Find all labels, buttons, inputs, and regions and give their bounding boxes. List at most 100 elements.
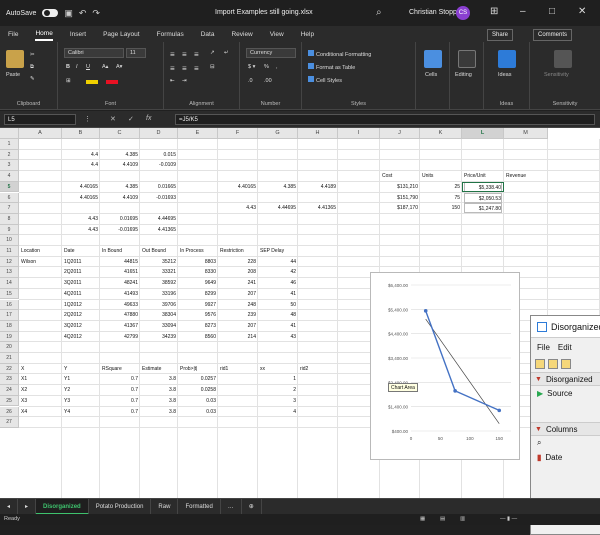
cell[interactable] <box>300 396 336 406</box>
row-header[interactable]: 16 <box>0 299 19 311</box>
align-left-icon[interactable]: ≡ <box>170 64 175 73</box>
cell[interactable]: 4.41365 <box>300 203 336 213</box>
cell[interactable]: 150 <box>422 203 460 213</box>
cell[interactable]: 4.4109 <box>102 160 138 170</box>
cell[interactable]: 46 <box>260 278 296 288</box>
cell[interactable]: Estimate <box>142 364 176 374</box>
cell[interactable]: 4.385 <box>102 182 138 192</box>
close-icon[interactable]: ✕ <box>578 6 586 17</box>
cell[interactable]: 41 <box>260 321 296 331</box>
align-top-icon[interactable]: ≡ <box>170 50 175 59</box>
sheet-nav-next-icon[interactable]: ▸ <box>18 498 37 515</box>
comments-button[interactable]: Comments <box>533 29 573 41</box>
align-center-icon[interactable]: ≡ <box>182 64 187 73</box>
cell[interactable]: 3.8 <box>142 374 176 384</box>
cell[interactable]: 3.8 <box>142 407 176 417</box>
popup-section-columns[interactable]: ▼ Columns <box>531 422 600 436</box>
cell[interactable]: $187,170 <box>382 203 418 213</box>
share-button[interactable]: Share <box>487 29 514 41</box>
undo-icon[interactable]: ↶ <box>79 8 87 19</box>
comma-icon[interactable]: , <box>276 64 278 70</box>
row-header[interactable]: 22 <box>0 363 19 375</box>
cell[interactable]: 4 <box>260 407 296 417</box>
cell[interactable]: 3Q2011 <box>64 278 98 288</box>
name-box[interactable]: L5 <box>4 114 76 125</box>
row-header[interactable]: 9 <box>0 224 19 236</box>
toolbar-icon-3[interactable] <box>561 359 571 369</box>
align-bottom-icon[interactable]: ≡ <box>194 50 199 59</box>
select-all-corner[interactable] <box>0 128 19 139</box>
cell[interactable]: 41 <box>260 289 296 299</box>
format-as-table-button[interactable]: Format as Table <box>308 63 355 71</box>
cell[interactable]: 4.40165 <box>64 182 98 192</box>
cell[interactable]: 248 <box>220 300 256 310</box>
cell[interactable]: 4.43 <box>64 214 98 224</box>
cell[interactable]: 44 <box>260 257 296 267</box>
chart-area[interactable]: $400.00$1,400.00$2,400.00$3,400.00$4,400… <box>370 272 520 460</box>
cell[interactable]: 4Q2011 <box>64 289 98 299</box>
cell[interactable] <box>300 374 336 384</box>
currency-icon[interactable]: $ ▾ <box>248 64 255 70</box>
zoom-slider[interactable]: — ▮ — <box>500 514 517 525</box>
cell[interactable]: Units <box>422 171 460 181</box>
column-header[interactable]: F <box>218 128 258 139</box>
cell[interactable]: 34239 <box>142 332 176 342</box>
cell[interactable]: 0.0257 <box>180 374 216 384</box>
cell[interactable]: 8299 <box>180 289 216 299</box>
page-layout-view-icon[interactable]: ▤ <box>440 514 445 525</box>
search-icon[interactable]: ⌕ <box>376 7 382 18</box>
cell[interactable]: 4.4 <box>64 160 98 170</box>
cell[interactable]: X1 <box>21 374 60 384</box>
tab-file[interactable]: File <box>8 29 18 40</box>
cell[interactable]: 2Q2011 <box>64 267 98 277</box>
row-header[interactable]: 6 <box>0 192 19 204</box>
cell[interactable]: 1Q2012 <box>64 300 98 310</box>
column-header[interactable]: D <box>140 128 178 139</box>
cell[interactable]: Restriction <box>220 246 256 256</box>
orientation-icon[interactable]: ↗ <box>210 50 215 56</box>
tab-page-layout[interactable]: Page Layout <box>103 29 140 40</box>
cell[interactable]: X4 <box>21 407 60 417</box>
copy-icon[interactable]: ⧉ <box>30 64 34 71</box>
ribbon-display-icon[interactable]: ⊞ <box>490 6 498 17</box>
cell[interactable]: 4.4189 <box>300 182 336 192</box>
cell[interactable]: 1 <box>260 374 296 384</box>
cell[interactable]: 4.385 <box>102 150 138 160</box>
cell[interactable]: 9649 <box>180 278 216 288</box>
popup-search-icon[interactable]: ⌕ <box>537 438 541 448</box>
fx-icon[interactable]: fx <box>146 115 151 122</box>
tab-data[interactable]: Data <box>201 29 215 40</box>
cell[interactable]: 4.385 <box>260 182 296 192</box>
cell[interactable]: 0.0258 <box>180 385 216 395</box>
cell[interactable]: $2,050.53 <box>464 192 502 203</box>
cell[interactable]: 3.8 <box>142 396 176 406</box>
percent-icon[interactable]: % <box>264 64 269 70</box>
cell[interactable] <box>220 385 256 395</box>
grow-font-icon[interactable]: A▴ <box>102 64 108 70</box>
cell[interactable]: 0.7 <box>102 396 138 406</box>
cell[interactable]: 47880 <box>102 310 138 320</box>
cell[interactable] <box>220 374 256 384</box>
column-header[interactable]: C <box>100 128 140 139</box>
conditional-formatting-button[interactable]: Conditional Formatting <box>308 50 371 58</box>
sheet-tab-raw[interactable]: Raw <box>151 498 179 515</box>
data-point[interactable] <box>453 389 457 393</box>
cell[interactable]: 4.4 <box>64 150 98 160</box>
more-icon[interactable]: ⋮ <box>84 115 91 123</box>
row-header[interactable]: 7 <box>0 203 19 214</box>
italic-button[interactable]: I <box>76 64 78 70</box>
cell[interactable]: 43 <box>260 332 296 342</box>
cut-icon[interactable]: ✂ <box>30 52 35 58</box>
cell[interactable]: Y2 <box>64 385 98 395</box>
popup-section-disorganized[interactable]: ▼ Disorganized <box>531 372 600 386</box>
cell[interactable]: X2 <box>21 385 60 395</box>
column-header[interactable]: A <box>19 128 62 139</box>
row-header[interactable]: 17 <box>0 310 19 321</box>
find-icon[interactable] <box>458 50 476 68</box>
cell[interactable]: 33196 <box>142 289 176 299</box>
column-header[interactable]: M <box>504 128 548 139</box>
row-header[interactable]: 4 <box>0 171 19 182</box>
cell[interactable]: 8803 <box>180 257 216 267</box>
cell[interactable]: 0.7 <box>102 407 138 417</box>
cell[interactable]: In Bound <box>102 246 138 256</box>
